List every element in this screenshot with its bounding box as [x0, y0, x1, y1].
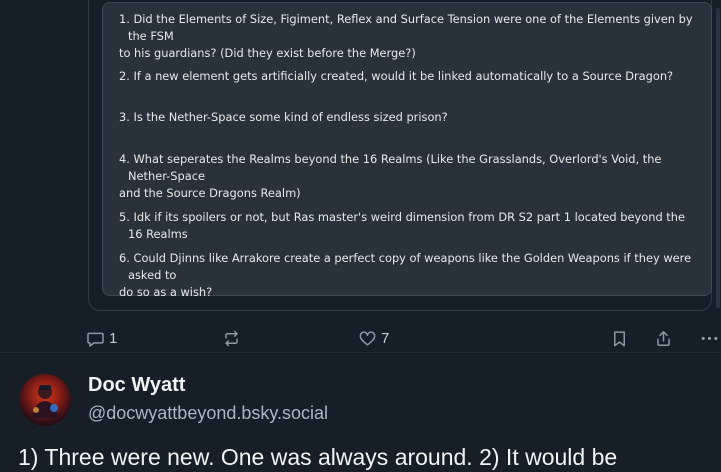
list-item-line: to his guardians? (Did they exist before…: [119, 46, 416, 60]
display-name[interactable]: Doc Wyatt: [88, 374, 185, 397]
list-item-line: 3. Is the Nether-Space some kind of endl…: [119, 110, 448, 124]
parent-post: 1. Did the Elements of Size, Figiment, R…: [0, 0, 721, 352]
page: 1. Did the Elements of Size, Figiment, R…: [0, 0, 721, 472]
question-list-box: 1. Did the Elements of Size, Figiment, R…: [102, 2, 712, 299]
repost-icon: [225, 330, 238, 346]
list-item-line: 1. Did the Elements of Size, Figiment, R…: [119, 12, 693, 43]
share-button[interactable]: [654, 324, 673, 352]
avatar-image: [32, 385, 58, 418]
heart-icon: [359, 330, 376, 346]
bookmark-icon: [613, 330, 626, 346]
list-item: 6. Could Djinns like Arrakore create a p…: [119, 250, 701, 301]
list-item: 2. If a new element gets artificially cr…: [119, 68, 701, 85]
post-text: 1) Three were new. One was always around…: [18, 444, 618, 470]
reply-icon: [87, 332, 104, 347]
list-item: 1. Did the Elements of Size, Figiment, R…: [119, 11, 701, 62]
share-icon: [657, 330, 670, 346]
repost-button[interactable]: [222, 324, 241, 352]
like-count: 7: [381, 329, 390, 347]
list-item-line: 5. Idk if its spoilers or not, but Ras m…: [119, 210, 685, 241]
thread-rail: [0, 0, 80, 352]
reply-button[interactable]: 1: [86, 324, 117, 352]
list-item: 5. Idk if its spoilers or not, but Ras m…: [119, 209, 701, 243]
reply-count: 1: [109, 329, 118, 347]
list-item-line: 6. Could Djinns like Arrakore create a p…: [119, 251, 692, 282]
list-item-line: and the Source Dragons Realm): [119, 186, 301, 200]
list-item-line: 4. What seperates the Realms beyond the …: [119, 152, 662, 183]
avatar[interactable]: [19, 374, 71, 426]
post-action-bar: 1 7: [86, 324, 721, 352]
list-item: 4. What seperates the Realms beyond the …: [119, 151, 701, 202]
bookmark-button[interactable]: [610, 324, 629, 352]
like-button[interactable]: 7: [358, 324, 389, 352]
list-item: 3. Is the Nether-Space some kind of endl…: [119, 109, 701, 126]
user-handle[interactable]: @docwyattbeyond.bsky.social: [88, 403, 328, 424]
list-item-line: do so as a wish?: [119, 285, 213, 299]
reply-post[interactable]: Doc Wyatt @docwyattbeyond.bsky.social 1)…: [0, 353, 721, 472]
scrollbar[interactable]: [715, 0, 721, 352]
scrollbar-thumb[interactable]: [716, 8, 720, 308]
list-item-line: 2. If a new element gets artificially cr…: [119, 69, 674, 83]
